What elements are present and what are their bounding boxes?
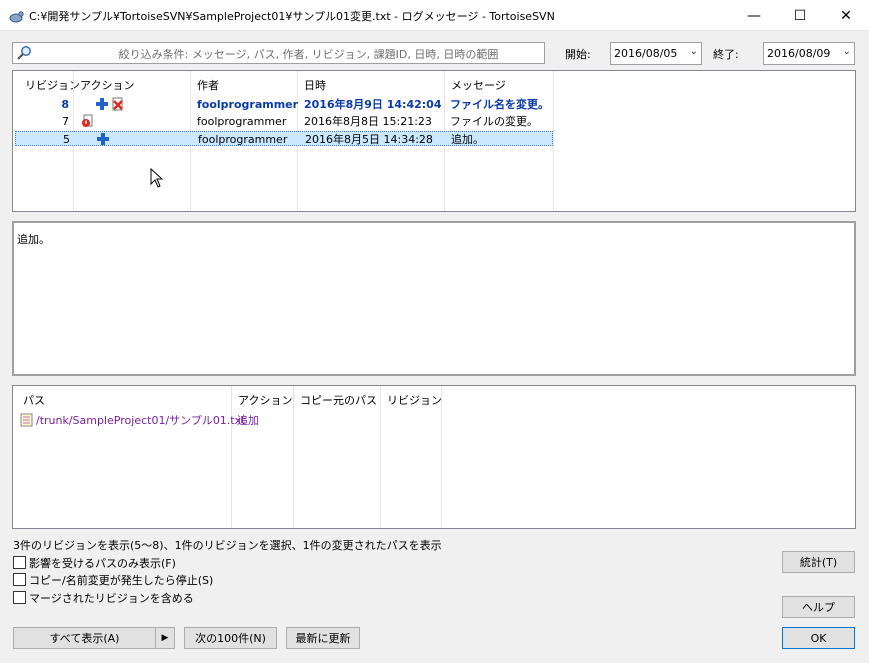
end-date-value: 2016/08/09 (767, 47, 831, 60)
include-merged-checkbox[interactable] (13, 591, 26, 604)
filter-input[interactable]: 絞り込み条件: メッセージ, パス, 作者, リビジョン, 課題ID, 日時, … (12, 42, 545, 64)
column-header-author[interactable]: 作者 (191, 71, 219, 95)
path-row[interactable]: /trunk/SampleProject01/サンプル01.txt 追加 (15, 413, 435, 428)
column-header-date[interactable]: 日時 (298, 71, 326, 95)
ok-button[interactable]: OK (782, 627, 855, 649)
end-date-label: 終了: (713, 48, 739, 61)
column-divider (553, 71, 554, 211)
show-all-label: すべて表示(A) (49, 632, 120, 645)
message-cell: ファイルの変更。 (450, 115, 538, 128)
revision-cell: 7 (62, 115, 69, 128)
add-icon (96, 132, 110, 147)
log-row[interactable]: 8 foolprogrammer 2016年8月9日 14:42:04 ファイル… (15, 97, 553, 112)
message-cell: ファイル名を変更。 (450, 98, 549, 111)
end-date-picker[interactable]: 2016/08/09 ⌄ (763, 42, 855, 65)
modify-icon (81, 114, 95, 129)
text-file-icon (20, 413, 33, 428)
column-header-revision[interactable]: リビジョン (19, 71, 80, 95)
author-cell: foolprogrammer (197, 115, 287, 128)
start-date-label: 開始: (565, 48, 591, 61)
window-title: C:¥開発サンプル¥TortoiseSVN¥SampleProject01¥サン… (29, 10, 555, 23)
path-cell: /trunk/SampleProject01/サンプル01.txt (36, 414, 246, 427)
statistics-button[interactable]: 統計(T) (782, 551, 855, 573)
chevron-down-icon[interactable]: ⌄ (690, 46, 698, 57)
log-row-selected[interactable]: 5 foolprogrammer 2016年8月5日 14:34:28 追加。 (15, 131, 553, 146)
log-list[interactable]: リビジョン アクション 作者 日時 メッセージ 8 foolprogrammer… (12, 70, 856, 212)
status-text: 3件のリビジョンを表示(5〜8)、1件のリビジョンを選択、1件の変更されたパスを… (13, 539, 442, 552)
message-cell: 追加。 (451, 133, 484, 146)
show-all-dropdown-icon[interactable]: ▶ (155, 628, 174, 648)
delete-icon (111, 97, 125, 112)
date-cell: 2016年8月5日 14:34:28 (305, 133, 433, 146)
minimize-button[interactable]: — (731, 0, 777, 31)
date-cell: 2016年8月9日 14:42:04 (304, 98, 442, 111)
stop-on-copy-checkbox[interactable] (13, 573, 26, 586)
column-divider (380, 386, 381, 528)
start-date-picker[interactable]: 2016/08/05 ⌄ (610, 42, 702, 65)
mouse-cursor-icon (150, 168, 164, 188)
column-header-action[interactable]: アクション (74, 71, 134, 95)
add-icon (95, 97, 109, 112)
log-message-text: 追加。 (17, 233, 50, 246)
column-divider (231, 386, 232, 528)
column-header-message[interactable]: メッセージ (445, 71, 506, 95)
column-header-copy-from[interactable]: コピー元のパス (294, 386, 377, 410)
title-bar: C:¥開発サンプル¥TortoiseSVN¥SampleProject01¥サン… (0, 0, 869, 31)
filter-placeholder: 絞り込み条件: メッセージ, パス, 作者, リビジョン, 課題ID, 日時, … (118, 48, 499, 61)
show-all-button[interactable]: すべて表示(A) ▶ (13, 627, 175, 649)
close-button[interactable]: ✕ (823, 0, 869, 31)
tortoise-icon (9, 11, 24, 23)
path-action-cell: 追加 (237, 414, 259, 427)
affected-paths-only-checkbox[interactable] (13, 556, 26, 569)
checkbox-label[interactable]: コピー/名前変更が発生したら停止(S) (29, 572, 213, 588)
author-cell: foolprogrammer (198, 133, 288, 146)
column-divider (441, 386, 442, 528)
column-header-revision[interactable]: リビジョン (381, 386, 442, 410)
revision-cell: 8 (61, 98, 69, 111)
column-header-path[interactable]: パス (17, 386, 45, 410)
chevron-down-icon[interactable]: ⌄ (843, 46, 851, 57)
refresh-button[interactable]: 最新に更新 (286, 627, 360, 649)
column-divider (293, 386, 294, 528)
next-100-button[interactable]: 次の100件(N) (184, 627, 277, 649)
revision-cell: 5 (63, 133, 70, 146)
log-message-view[interactable]: 追加。 (12, 221, 856, 376)
column-header-action[interactable]: アクション (232, 386, 292, 410)
checkbox-label[interactable]: 影響を受けるパスのみ表示(F) (29, 555, 176, 571)
help-button[interactable]: ヘルプ (782, 596, 855, 618)
log-row[interactable]: 7 foolprogrammer 2016年8月8日 15:21:23 ファイル… (15, 114, 553, 129)
changed-paths-list[interactable]: パス アクション コピー元のパス リビジョン /trunk/SampleProj… (12, 385, 856, 529)
maximize-button[interactable]: ☐ (777, 0, 823, 31)
start-date-value: 2016/08/05 (614, 47, 678, 60)
date-cell: 2016年8月8日 15:21:23 (304, 115, 432, 128)
checkbox-label[interactable]: マージされたリビジョンを含める (29, 590, 194, 606)
author-cell: foolprogrammer (197, 98, 299, 111)
